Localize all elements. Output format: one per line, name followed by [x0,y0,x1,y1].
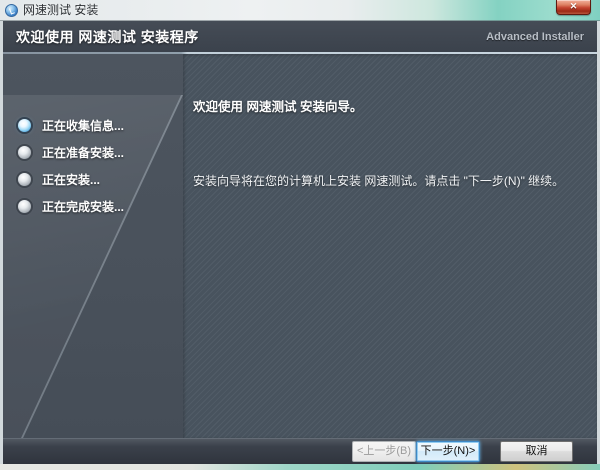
step-label: 正在收集信息... [42,119,125,133]
step-label: 正在完成安装... [42,200,125,214]
window-title: 网速测试 安装 [23,3,99,17]
main-panel: 欢迎使用 网速测试 安装向导。 安装向导将在您的计算机上安装 网速测试。请点击 … [183,54,597,438]
footer-bar: <上一步(B) 下一步(N)> 取消 [3,438,597,464]
close-button[interactable]: ✕ [556,0,591,15]
back-button[interactable]: <上一步(B) [352,441,416,462]
steps-sidebar: 正在收集信息... 正在准备安装... 正在安装... 正在完成安装... [3,54,183,438]
window-titlebar: 网速测试 安装 ✕ [0,0,600,21]
step-item-preparing: 正在准备安装... [3,139,183,166]
installer-window: 网速测试 安装 ✕ 欢迎使用 网速测试 安装程序 Advanced Instal… [0,0,600,467]
brand-label: Advanced Installer [486,30,584,43]
step-list: 正在收集信息... 正在准备安装... 正在安装... 正在完成安装... [3,54,183,220]
step-radio-icon [18,146,31,159]
step-item-finishing: 正在完成安装... [3,193,183,220]
step-label: 正在准备安装... [42,146,125,160]
app-icon [5,4,18,17]
step-radio-icon [18,173,31,186]
header-bar: 欢迎使用 网速测试 安装程序 Advanced Installer [3,21,597,52]
step-radio-icon [18,200,31,213]
step-item-collecting: 正在收集信息... [3,112,183,139]
wizard-body: 正在收集信息... 正在准备安装... 正在安装... 正在完成安装... 欢迎… [3,54,597,438]
window-frame: 欢迎使用 网速测试 安装程序 Advanced Installer 正在收集信息… [0,21,600,464]
cancel-button[interactable]: 取消 [500,441,573,462]
step-item-installing: 正在安装... [3,166,183,193]
step-radio-icon [18,119,31,132]
close-icon: ✕ [569,1,578,11]
step-label: 正在安装... [42,173,101,187]
next-button[interactable]: 下一步(N)> [416,441,480,462]
welcome-heading: 欢迎使用 网速测试 安装向导。 [193,100,363,114]
welcome-text: 安装向导将在您的计算机上安装 网速测试。请点击 "下一步(N)" 继续。 [193,174,565,188]
page-title: 欢迎使用 网速测试 安装程序 [16,28,199,45]
